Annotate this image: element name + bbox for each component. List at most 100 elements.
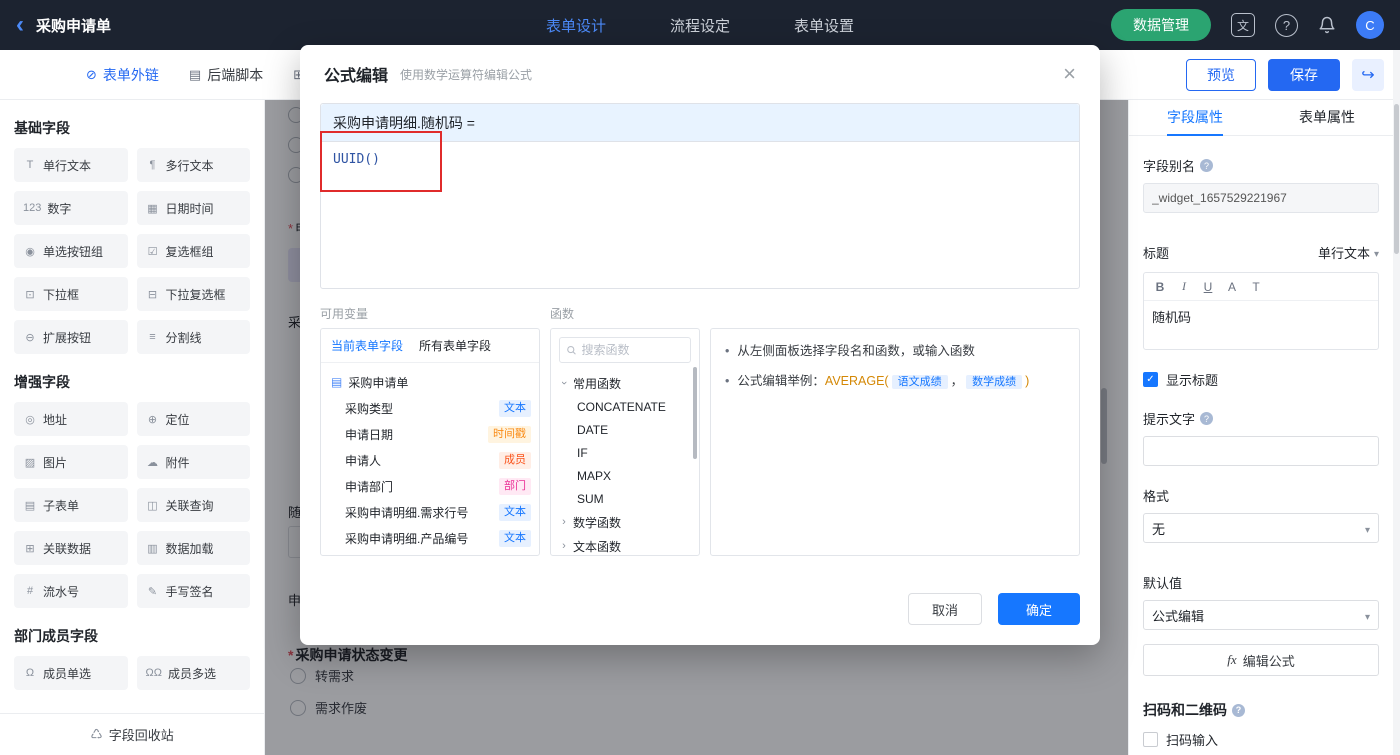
palette-item-member-multi[interactable]: ΩΩ 成员多选: [136, 656, 250, 690]
close-icon[interactable]: ×: [1063, 63, 1076, 85]
formula-code-area[interactable]: UUID(): [321, 142, 1079, 288]
form-external-link-button[interactable]: ⊘ 表单外链: [86, 65, 159, 85]
variable-item[interactable]: 申请日期 时间戳: [321, 421, 539, 447]
address-icon: ◎: [25, 413, 35, 426]
variable-item[interactable]: 采购申请明细.需求行号 文本: [321, 499, 539, 525]
save-button[interactable]: 保存: [1268, 58, 1340, 91]
help-dot-icon[interactable]: [1200, 412, 1214, 425]
example-close-paren: ): [1025, 374, 1030, 388]
function-group-text[interactable]: 文本函数: [551, 534, 699, 555]
modal-title: 公式编辑: [324, 68, 389, 85]
page-scrollbar-thumb[interactable]: [1394, 104, 1399, 254]
subform-icon: ▤: [24, 499, 36, 512]
palette-item-dropdown-multi[interactable]: ⊟ 下拉复选框: [136, 277, 250, 311]
edit-formula-button[interactable]: fx 编辑公式: [1143, 644, 1379, 676]
show-title-checkbox[interactable]: [1143, 372, 1158, 387]
palette-item-image[interactable]: ▨ 图片: [14, 445, 128, 479]
palette-item-related-data[interactable]: ⊞ 关联数据: [14, 531, 128, 565]
serial-number-icon: #: [26, 585, 34, 597]
example-prefix: 公式编辑举例：: [737, 374, 825, 388]
field-recycle-bin[interactable]: ♺ 字段回收站: [0, 713, 264, 755]
back-icon[interactable]: ‹: [16, 13, 24, 37]
modal-header: 公式编辑 使用数学运算符编辑公式 ×: [300, 45, 1100, 103]
page-scrollbar[interactable]: [1393, 50, 1400, 755]
title-text-area[interactable]: 随机码: [1144, 301, 1378, 349]
italic-icon[interactable]: I: [1172, 279, 1196, 294]
variable-item[interactable]: 申请人 成员: [321, 447, 539, 473]
underline-icon[interactable]: U: [1196, 280, 1220, 294]
functions-scrollbar-thumb[interactable]: [693, 367, 697, 459]
tab-field-properties[interactable]: 字段属性: [1129, 100, 1261, 135]
format-select[interactable]: 无: [1143, 513, 1379, 543]
example-field-chip: 语文成绩: [891, 375, 948, 389]
palette-item-datetime[interactable]: ▦ 日期时间: [136, 191, 250, 225]
palette-item-serial-number[interactable]: # 流水号: [14, 574, 128, 608]
palette-item-multi-line-text[interactable]: ¶ 多行文本: [136, 148, 250, 182]
palette-item-dropdown[interactable]: ⊡ 下拉框: [14, 277, 128, 311]
help-icon[interactable]: ?: [1275, 13, 1298, 37]
palette-item-divider[interactable]: ≡ 分割线: [136, 320, 250, 354]
tab-form-design[interactable]: 表单设计: [546, 15, 606, 36]
function-search-input[interactable]: [581, 343, 684, 357]
confirm-button[interactable]: 确定: [998, 593, 1080, 625]
function-item[interactable]: DATE: [551, 418, 699, 441]
variable-item[interactable]: 采购类型 文本: [321, 395, 539, 421]
signature-icon: ✎: [147, 585, 158, 598]
palette-item-number[interactable]: 123 数字: [14, 191, 128, 225]
palette-item-data-load[interactable]: ▥ 数据加载: [136, 531, 250, 565]
palette-item-location[interactable]: ⊕ 定位: [136, 402, 250, 436]
language-icon[interactable]: 文: [1231, 13, 1255, 37]
help-line-2: 公式编辑举例：AVERAGE(语文成绩，数学成绩): [725, 371, 1065, 392]
palette-item-subform[interactable]: ▤ 子表单: [14, 488, 128, 522]
backend-script-button[interactable]: ▤ 后端脚本: [189, 65, 263, 85]
help-line-1: 从左侧面板选择字段名和函数，或输入函数: [725, 341, 1065, 361]
share-icon[interactable]: ↪: [1352, 58, 1384, 91]
function-item[interactable]: MAPX: [551, 464, 699, 487]
function-group-math[interactable]: 数学函数: [551, 510, 699, 534]
function-search-box[interactable]: [559, 337, 691, 363]
palette-item-label: 成员单选: [43, 666, 92, 681]
function-group-common[interactable]: 常用函数: [551, 371, 699, 395]
default-value-select[interactable]: 公式编辑: [1143, 600, 1379, 630]
formula-edit-modal: 公式编辑 使用数学运算符编辑公式 × 采购申请明细.随机码 = UUID() 可…: [300, 45, 1100, 645]
tree-root-form[interactable]: 采购申请单: [321, 369, 539, 395]
variable-item[interactable]: 申请部门 部门: [321, 473, 539, 499]
title-type-select[interactable]: 单行文本: [1318, 243, 1379, 262]
function-item[interactable]: CONCATENATE: [551, 395, 699, 418]
bell-icon[interactable]: [1318, 16, 1336, 34]
tab-all-form-fields[interactable]: 所有表单字段: [419, 337, 491, 354]
font-color-icon[interactable]: A: [1220, 280, 1244, 294]
tab-current-form-fields[interactable]: 当前表单字段: [331, 337, 403, 354]
modal-subtitle: 使用数学运算符编辑公式: [400, 67, 533, 82]
palette-item-attachment[interactable]: ☁ 附件: [136, 445, 250, 479]
hint-text-input[interactable]: [1143, 436, 1379, 466]
help-dot-icon[interactable]: [1200, 159, 1214, 172]
cancel-button[interactable]: 取消: [908, 593, 982, 625]
function-item[interactable]: IF: [551, 441, 699, 464]
palette-item-member-single[interactable]: Ω 成员单选: [14, 656, 128, 690]
palette-item-checkbox-group[interactable]: ☑ 复选框组: [136, 234, 250, 268]
palette-item-address[interactable]: ◎ 地址: [14, 402, 128, 436]
palette-item-radio-group[interactable]: ◉ 单选按钮组: [14, 234, 128, 268]
bold-icon[interactable]: B: [1148, 280, 1172, 294]
tab-form-setting[interactable]: 表单设置: [794, 15, 854, 36]
palette-item-single-line-text[interactable]: T 单行文本: [14, 148, 128, 182]
modal-footer: 取消 确定: [908, 593, 1080, 625]
help-dot-icon[interactable]: [1232, 703, 1245, 717]
variable-item[interactable]: 采购申请明细.产品编号 文本: [321, 525, 539, 551]
function-item[interactable]: SUM: [551, 487, 699, 510]
tab-form-properties[interactable]: 表单属性: [1261, 100, 1393, 135]
user-avatar[interactable]: C: [1356, 11, 1384, 39]
palette-item-extension-button[interactable]: ⊖ 扩展按钮: [14, 320, 128, 354]
palette-item-signature[interactable]: ✎ 手写签名: [136, 574, 250, 608]
font-size-icon[interactable]: T: [1244, 280, 1268, 294]
basic-fields-grid: T 单行文本 ¶ 多行文本 123 数字 ▦ 日期时间 ◉ 单选按钮组 ☑ 复选框组 ⊡ 下拉…: [14, 148, 250, 354]
image-icon: ▨: [24, 456, 36, 469]
palette-item-related-query[interactable]: ◫ 关联查询: [136, 488, 250, 522]
field-alias-input[interactable]: [1143, 183, 1379, 213]
preview-button[interactable]: 预览: [1186, 58, 1256, 91]
data-manage-button[interactable]: 数据管理: [1111, 9, 1211, 41]
tab-process-setting[interactable]: 流程设定: [670, 15, 730, 36]
recycle-bin-icon: ♺: [90, 726, 103, 742]
scan-input-checkbox[interactable]: [1143, 732, 1158, 747]
